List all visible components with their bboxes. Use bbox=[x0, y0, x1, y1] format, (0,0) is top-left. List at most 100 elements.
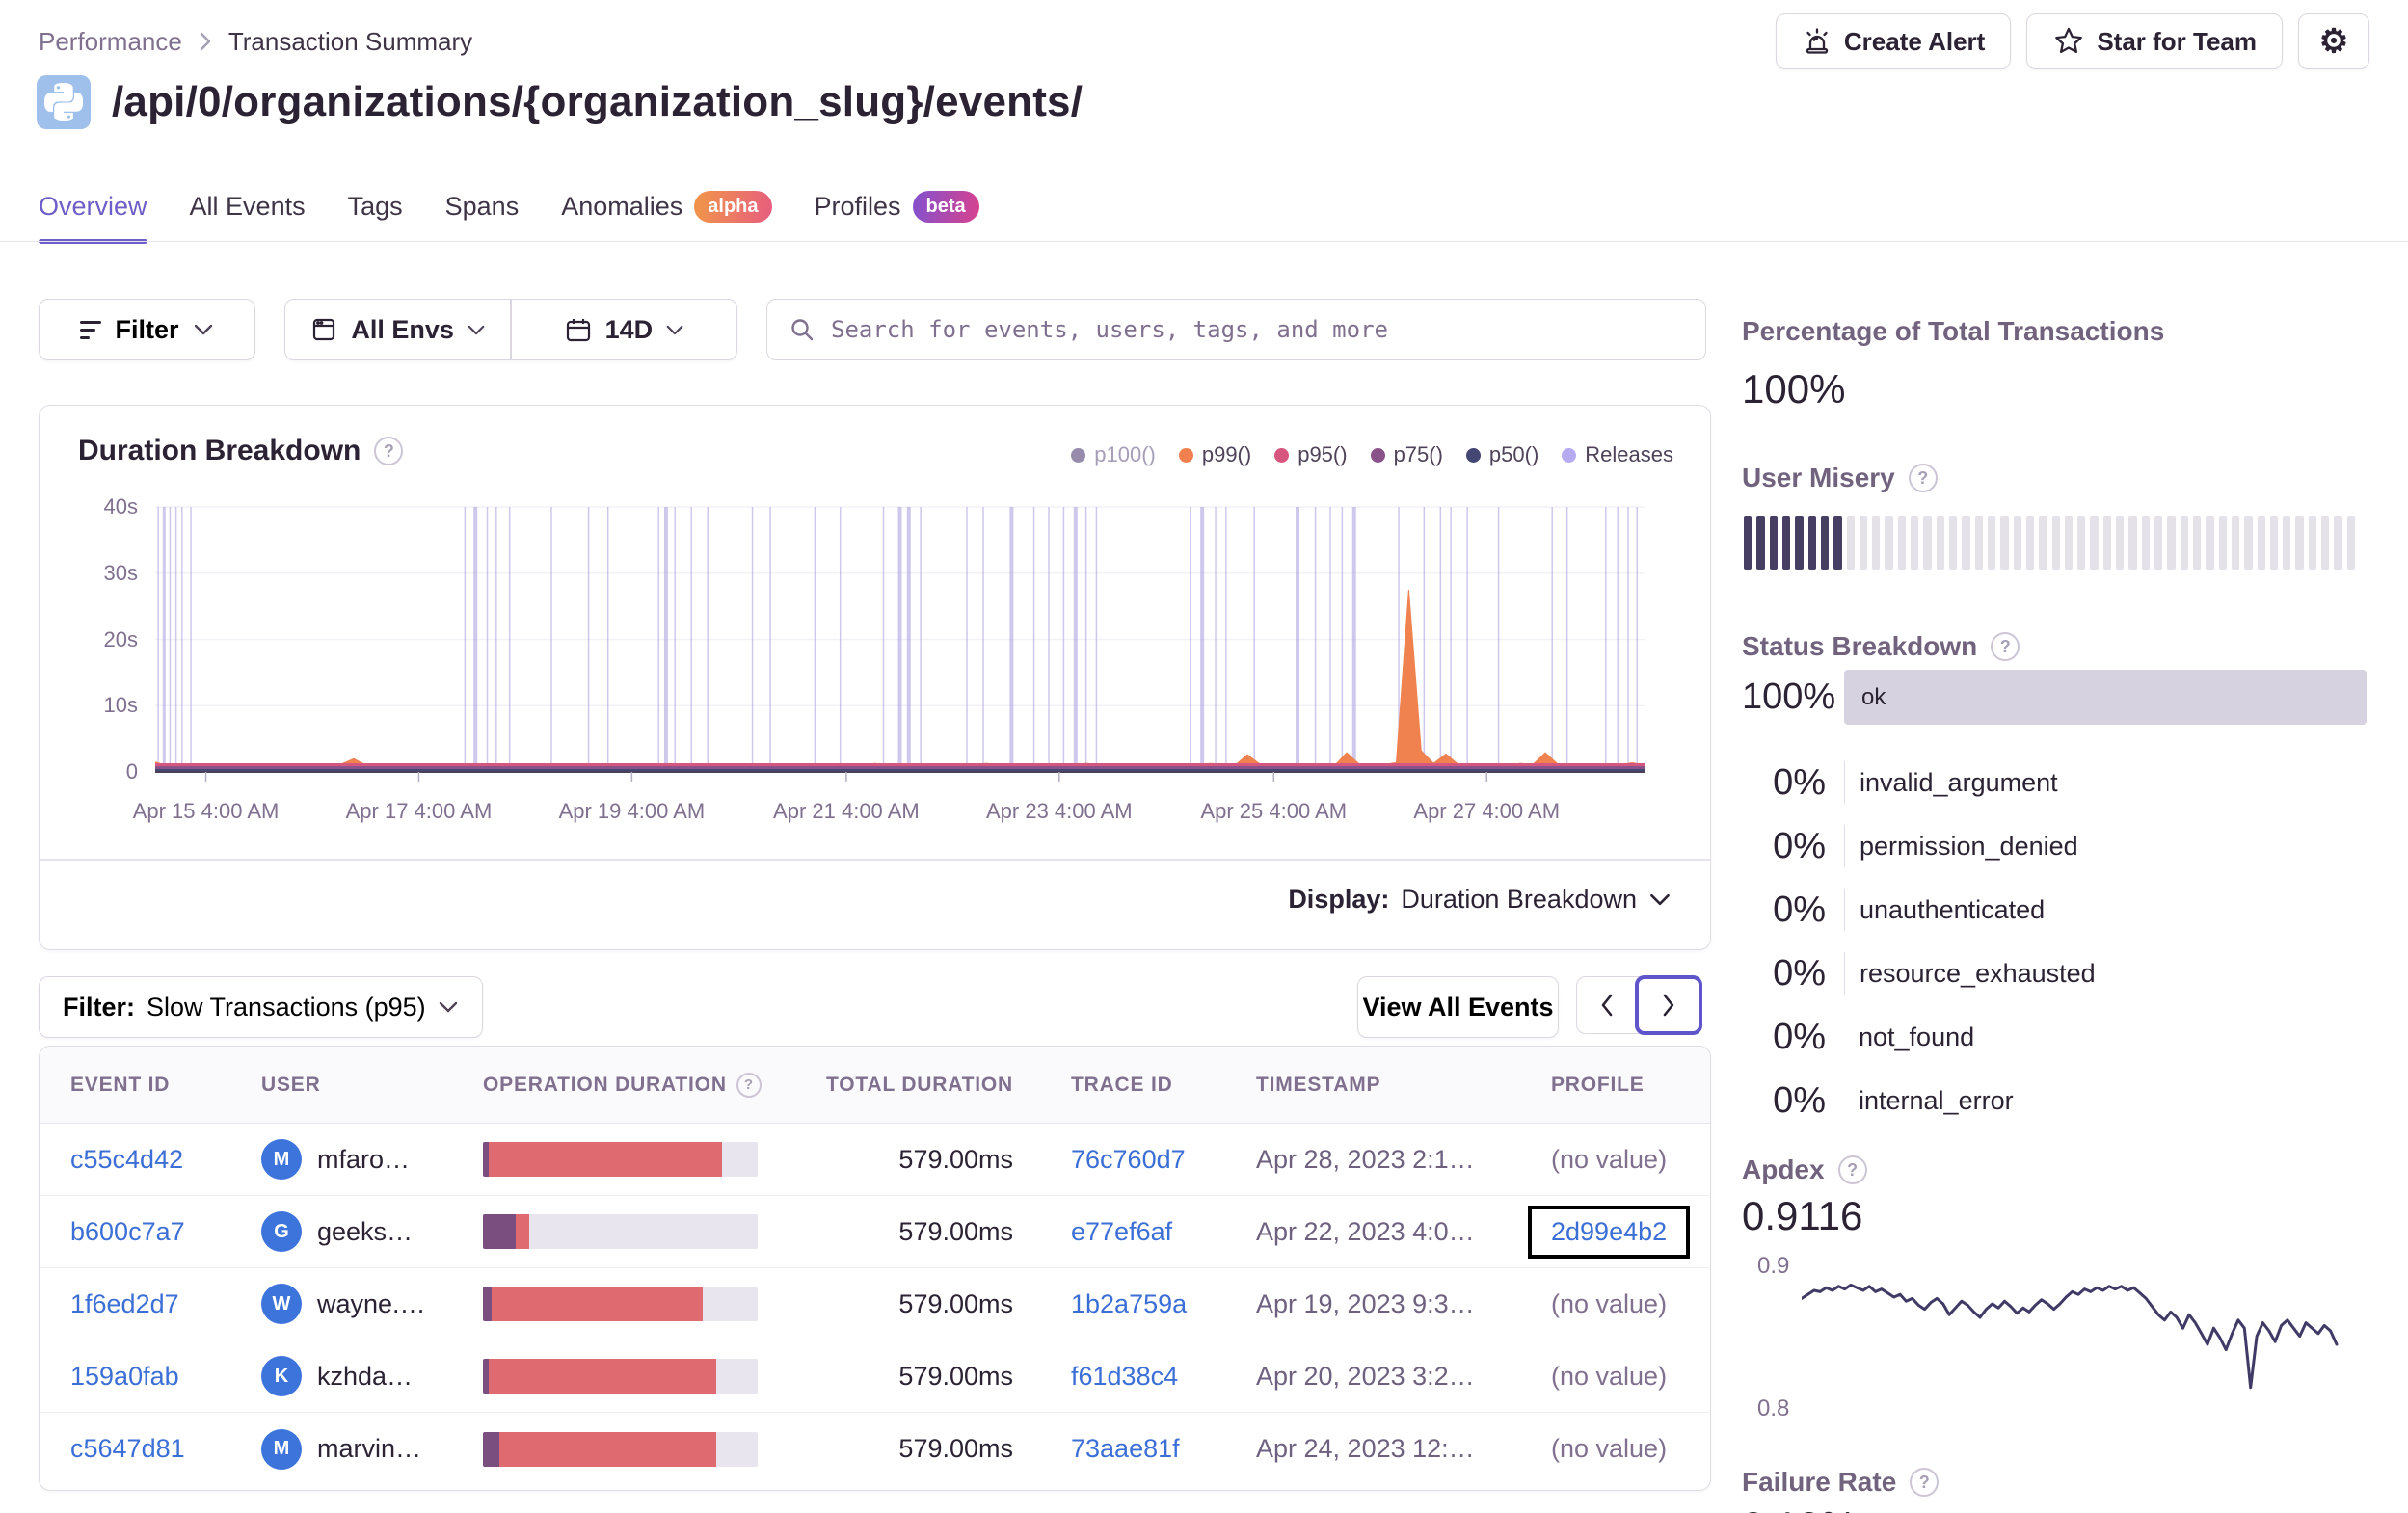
misery-segment bbox=[1795, 516, 1804, 570]
help-icon[interactable]: ? bbox=[1991, 632, 2020, 661]
column-header-profile[interactable]: PROFILE bbox=[1551, 1074, 1679, 1097]
column-header-operation-duration[interactable]: OPERATION DURATION? bbox=[483, 1072, 816, 1098]
user-name: mfaro… bbox=[317, 1144, 411, 1174]
display-value: Duration Breakdown bbox=[1401, 885, 1637, 914]
column-header-timestamp[interactable]: TIMESTAMP bbox=[1256, 1074, 1551, 1097]
event-id-link[interactable]: 159a0fab bbox=[70, 1362, 179, 1391]
next-page-button[interactable] bbox=[1635, 975, 1702, 1035]
legend-item-p99[interactable]: p99() bbox=[1178, 442, 1251, 467]
status-row-not_found: 0% not_found bbox=[1742, 1016, 2367, 1058]
misery-segment bbox=[2064, 516, 2074, 570]
status-bar[interactable]: ok bbox=[1844, 670, 2367, 725]
filter-dropdown-button[interactable]: Filter bbox=[39, 299, 255, 360]
column-header-user[interactable]: USER bbox=[261, 1074, 483, 1097]
misery-segment bbox=[2334, 516, 2342, 570]
legend-label: p95() bbox=[1298, 442, 1348, 466]
misery-segment bbox=[1859, 516, 1868, 570]
topbar: Performance Transaction Summary Create A… bbox=[39, 12, 2369, 71]
column-header-label: TOTAL DURATION bbox=[826, 1073, 1013, 1096]
table-row: c55c4d42 Mmfaro… 579.00ms 76c760d7 Apr 28, 2… bbox=[40, 1124, 1710, 1196]
create-alert-button[interactable]: Create Alert bbox=[1775, 13, 2012, 69]
trace-id-link[interactable]: 76c760d7 bbox=[1071, 1145, 1186, 1174]
events-table: EVENT ID USER OPERATION DURATION? TOTAL DUR… bbox=[39, 1046, 1711, 1491]
profile-link[interactable]: 2d99e4b2 bbox=[1551, 1217, 1667, 1246]
misery-segment bbox=[2077, 516, 2086, 570]
date-range-selector[interactable]: 14D bbox=[512, 300, 736, 359]
trace-id-link[interactable]: e77ef6af bbox=[1071, 1217, 1172, 1246]
user-name: geeks… bbox=[317, 1216, 414, 1246]
sidebar: Percentage of Total Transactions 100% Us… bbox=[1742, 308, 2367, 1513]
status-percentage: 0% bbox=[1773, 952, 1826, 994]
tab-all-events[interactable]: All Events bbox=[190, 191, 306, 242]
top-actions: Create Alert Star for Team ⚙ bbox=[1775, 13, 2369, 69]
trace-id-link[interactable]: 73aae81f bbox=[1071, 1434, 1180, 1463]
legend-item-p95[interactable]: p95() bbox=[1274, 442, 1348, 467]
search-input[interactable] bbox=[831, 316, 1684, 343]
misery-segment bbox=[1897, 516, 1907, 570]
calendar-icon bbox=[566, 319, 590, 342]
table-row: c5647d81 Mmarvin… 579.00ms 73aae81f Apr 24, … bbox=[40, 1413, 1710, 1485]
apdex-y-bottom: 0.8 bbox=[1757, 1395, 1790, 1421]
display-selector[interactable]: Display: Duration Breakdown bbox=[1288, 885, 1672, 915]
y-tick-label: 30s bbox=[103, 560, 138, 585]
legend-dot bbox=[1465, 447, 1481, 463]
x-tick-label: Apr 15 4:00 AM bbox=[132, 799, 280, 823]
help-icon[interactable]: ? bbox=[1908, 464, 1938, 492]
chart-legend: p100() p99() p95() p75() p50() Releases bbox=[1071, 442, 1673, 467]
legend-item-p50[interactable]: p50() bbox=[1465, 442, 1538, 467]
tab-overview[interactable]: Overview bbox=[39, 191, 147, 244]
help-icon[interactable]: ? bbox=[374, 437, 404, 465]
column-header-total-duration[interactable]: TOTAL DURATION bbox=[816, 1074, 1071, 1097]
tabs: Overview All Events Tags Spans Anomalies alph… bbox=[0, 191, 2408, 244]
legend-label: p75() bbox=[1393, 442, 1443, 466]
column-header-event-id[interactable]: EVENT ID bbox=[70, 1074, 261, 1097]
total-duration: 579.00ms bbox=[898, 1144, 1013, 1174]
tab-label: Tags bbox=[347, 192, 403, 221]
misery-segment bbox=[1974, 516, 1983, 570]
misery-segment bbox=[2051, 516, 2060, 570]
breadcrumb-performance[interactable]: Performance bbox=[39, 27, 182, 57]
help-icon[interactable]: ? bbox=[1910, 1468, 1940, 1497]
status-breakdown-heading: Status Breakdown ? bbox=[1742, 631, 2020, 662]
status-label: permission_denied bbox=[1844, 825, 2078, 867]
misery-segment bbox=[1987, 516, 1996, 570]
transactions-filter-button[interactable]: Filter: Slow Transactions (p95) bbox=[39, 976, 483, 1038]
column-header-label: USER bbox=[261, 1073, 321, 1096]
misery-segment bbox=[2102, 516, 2112, 570]
view-all-events-button[interactable]: View All Events bbox=[1357, 976, 1559, 1038]
misery-segment bbox=[2206, 516, 2214, 570]
tab-anomalies[interactable]: Anomalies alpha bbox=[561, 191, 772, 242]
tab-profiles[interactable]: Profiles beta bbox=[815, 191, 979, 242]
page-title: /api/0/organizations/{organization_slug}… bbox=[112, 78, 1084, 125]
previous-page-button[interactable] bbox=[1577, 977, 1637, 1033]
user-name: wayne.… bbox=[317, 1288, 426, 1318]
misery-segment bbox=[1911, 516, 1919, 570]
tab-tags[interactable]: Tags bbox=[348, 191, 403, 242]
event-id-link[interactable]: b600c7a7 bbox=[70, 1217, 185, 1246]
legend-dot bbox=[1071, 447, 1086, 463]
star-for-team-button[interactable]: Star for Team bbox=[2026, 13, 2283, 69]
legend-item-p75[interactable]: p75() bbox=[1370, 442, 1443, 467]
operation-duration-bar bbox=[483, 1142, 758, 1177]
trace-id-link[interactable]: 1b2a759a bbox=[1071, 1289, 1187, 1318]
settings-button[interactable]: ⚙ bbox=[2298, 13, 2369, 69]
event-id-link[interactable]: c5647d81 bbox=[70, 1434, 185, 1463]
event-id-link[interactable]: 1f6ed2d7 bbox=[70, 1289, 179, 1318]
environment-selector[interactable]: All Envs bbox=[285, 300, 510, 359]
legend-item-p100[interactable]: p100() bbox=[1071, 442, 1156, 467]
misery-segment bbox=[1781, 516, 1791, 570]
operation-duration-bar bbox=[483, 1359, 758, 1394]
help-icon[interactable]: ? bbox=[1837, 1155, 1867, 1184]
event-id-link[interactable]: c55c4d42 bbox=[70, 1145, 183, 1174]
legend-item-Releases[interactable]: Releases bbox=[1562, 442, 1673, 467]
status-percentage: 0% bbox=[1773, 825, 1826, 866]
table-row: b600c7a7 Ggeeks… 579.00ms e77ef6af Apr 22, 2… bbox=[40, 1196, 1710, 1268]
misery-segment bbox=[1936, 516, 1944, 570]
tab-spans[interactable]: Spans bbox=[445, 191, 520, 242]
help-icon[interactable]: ? bbox=[736, 1072, 762, 1098]
column-header-trace-id[interactable]: TRACE ID bbox=[1071, 1074, 1256, 1097]
misery-segment bbox=[2090, 516, 2099, 570]
status-label: resource_exhausted bbox=[1844, 952, 2096, 995]
column-header-label: EVENT ID bbox=[70, 1073, 171, 1096]
trace-id-link[interactable]: f61d38c4 bbox=[1071, 1362, 1178, 1391]
